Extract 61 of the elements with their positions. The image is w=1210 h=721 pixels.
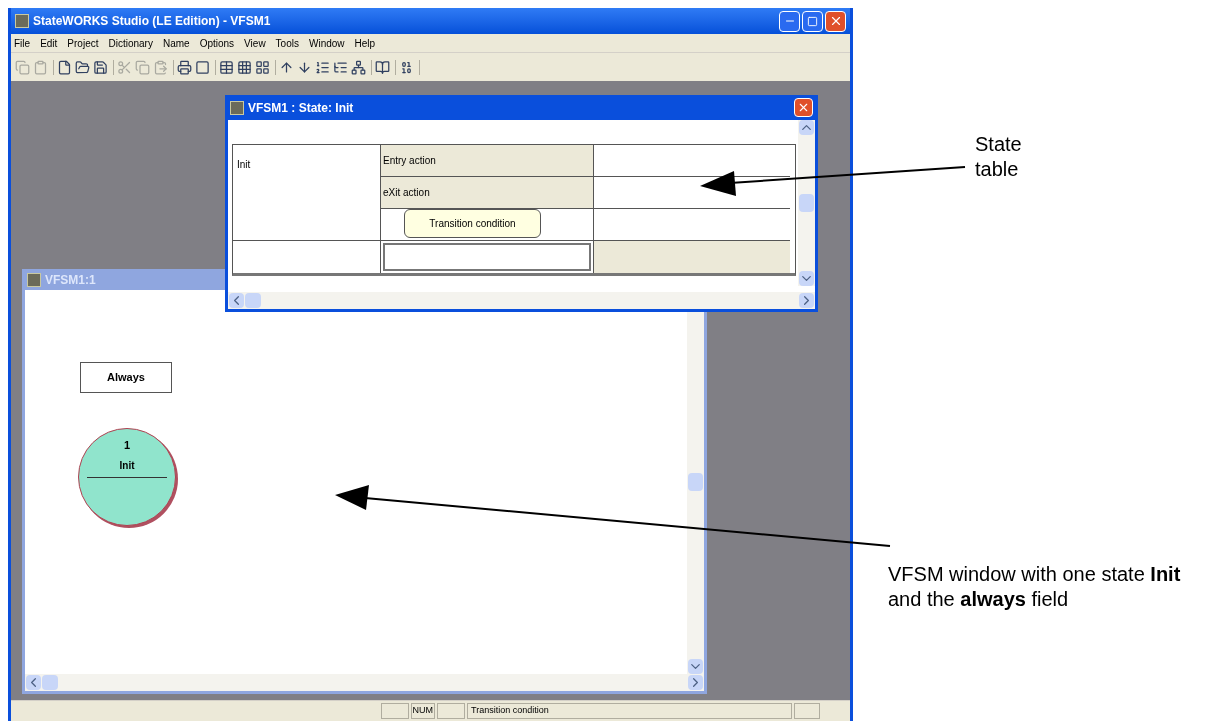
state-number: 1	[123, 438, 131, 453]
network-icon[interactable]	[351, 59, 366, 75]
tree-icon[interactable]	[333, 59, 348, 75]
window-title: VFSM1 : State: Init	[248, 99, 354, 117]
annotation-text: VFSM window with one state Init and the always field	[888, 562, 1182, 612]
app-icon	[27, 272, 41, 287]
scroll-right-icon[interactable]	[799, 293, 814, 308]
grid-icon[interactable]	[237, 59, 252, 75]
square-icon[interactable]	[195, 59, 210, 75]
layout-icon[interactable]	[255, 59, 270, 75]
status-pane	[437, 703, 465, 719]
scroll-up-icon[interactable]	[799, 120, 814, 135]
scroll-down-icon[interactable]	[688, 659, 703, 674]
menu-item[interactable]: File	[14, 35, 31, 51]
always-field[interactable]: Always	[80, 362, 172, 393]
scroll-right-icon[interactable]	[688, 675, 703, 690]
menu-item[interactable]: View	[244, 35, 266, 51]
menu-item[interactable]: Name	[162, 35, 190, 51]
status-message: Transition condition	[467, 703, 792, 719]
list-icon[interactable]	[315, 59, 330, 75]
scroll-left-icon[interactable]	[26, 675, 41, 690]
scroll-left-icon[interactable]	[229, 293, 244, 308]
maximize-icon	[807, 15, 818, 27]
scroll-thumb[interactable]	[245, 293, 261, 308]
status-pane	[794, 703, 820, 719]
close-icon	[797, 101, 810, 114]
table-cell: eXit action	[381, 177, 594, 209]
menu-item[interactable]: Tools	[275, 35, 299, 51]
close-button[interactable]	[825, 10, 846, 32]
scroll-thumb[interactable]	[688, 473, 703, 491]
menu-item[interactable]: Window	[308, 35, 345, 51]
binary-icon[interactable]	[399, 59, 414, 75]
input-field[interactable]	[383, 243, 591, 271]
save-icon[interactable]	[93, 59, 108, 75]
table-icon[interactable]	[219, 59, 234, 75]
window-title: StateWORKS Studio (LE Edition) - VFSM1	[33, 13, 271, 30]
new-file-icon[interactable]	[57, 59, 72, 75]
menu-item[interactable]: Options	[199, 35, 235, 51]
minimize-button[interactable]	[779, 10, 800, 32]
scroll-thumb[interactable]	[42, 675, 58, 690]
close-button[interactable]	[794, 98, 813, 117]
annotation-text: State table	[975, 132, 1023, 182]
clipboard-icon[interactable]	[33, 59, 48, 75]
num-indicator: NUM	[410, 703, 435, 719]
menu-item[interactable]: Dictionary	[108, 35, 153, 51]
folder-icon[interactable]	[75, 59, 90, 75]
table-cell: Entry action	[381, 145, 594, 177]
menu-item[interactable]: Edit	[40, 35, 58, 51]
maximize-button[interactable]	[802, 10, 823, 32]
scroll-thumb[interactable]	[799, 194, 814, 212]
scroll-down-icon[interactable]	[799, 271, 814, 286]
tooltip: Transition condition	[404, 209, 541, 238]
app-icon	[15, 14, 29, 28]
window-title: VFSM1:1	[45, 271, 96, 289]
status-pane	[380, 703, 409, 719]
app-icon	[230, 100, 244, 115]
print-icon[interactable]	[177, 59, 192, 75]
menu-item[interactable]: Help	[354, 35, 376, 51]
book-icon[interactable]	[375, 59, 390, 75]
state-name: Init	[87, 457, 167, 478]
menu-item[interactable]: Project	[67, 35, 99, 51]
